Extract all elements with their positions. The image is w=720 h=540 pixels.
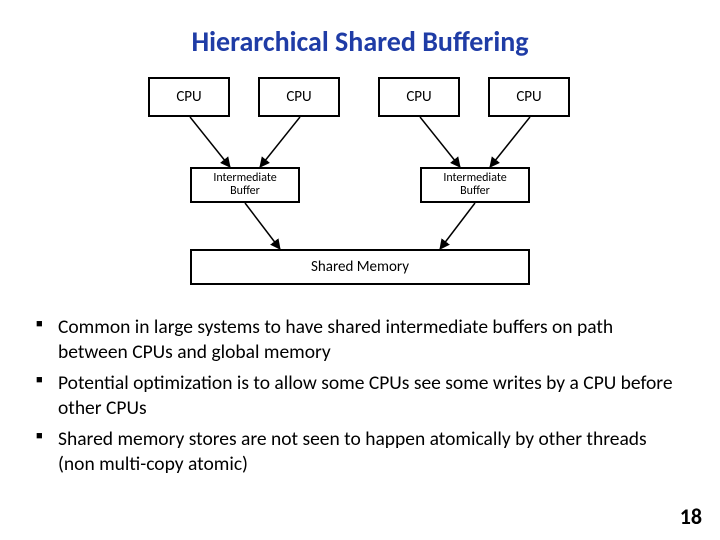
- slide-title: Hierarchical Shared Buffering: [32, 24, 688, 59]
- diagram: CPU CPU CPU CPU Intermediate Buffer Inte…: [130, 77, 590, 297]
- intermediate-buffer-0: Intermediate Buffer: [190, 167, 300, 203]
- cpu-box-0: CPU: [148, 77, 230, 117]
- shared-memory-box: Shared Memory: [190, 249, 530, 285]
- bullet-item: Common in large systems to have shared i…: [36, 315, 684, 365]
- bullet-item: Shared memory stores are not seen to hap…: [36, 427, 684, 477]
- intermediate-buffer-1: Intermediate Buffer: [420, 167, 530, 203]
- cpu-box-1: CPU: [258, 77, 340, 117]
- cpu-box-3: CPU: [488, 77, 570, 117]
- cpu-box-2: CPU: [378, 77, 460, 117]
- page-number: 18: [680, 503, 702, 530]
- bullet-list: Common in large systems to have shared i…: [32, 315, 688, 477]
- bullet-item: Potential optimization is to allow some …: [36, 371, 684, 421]
